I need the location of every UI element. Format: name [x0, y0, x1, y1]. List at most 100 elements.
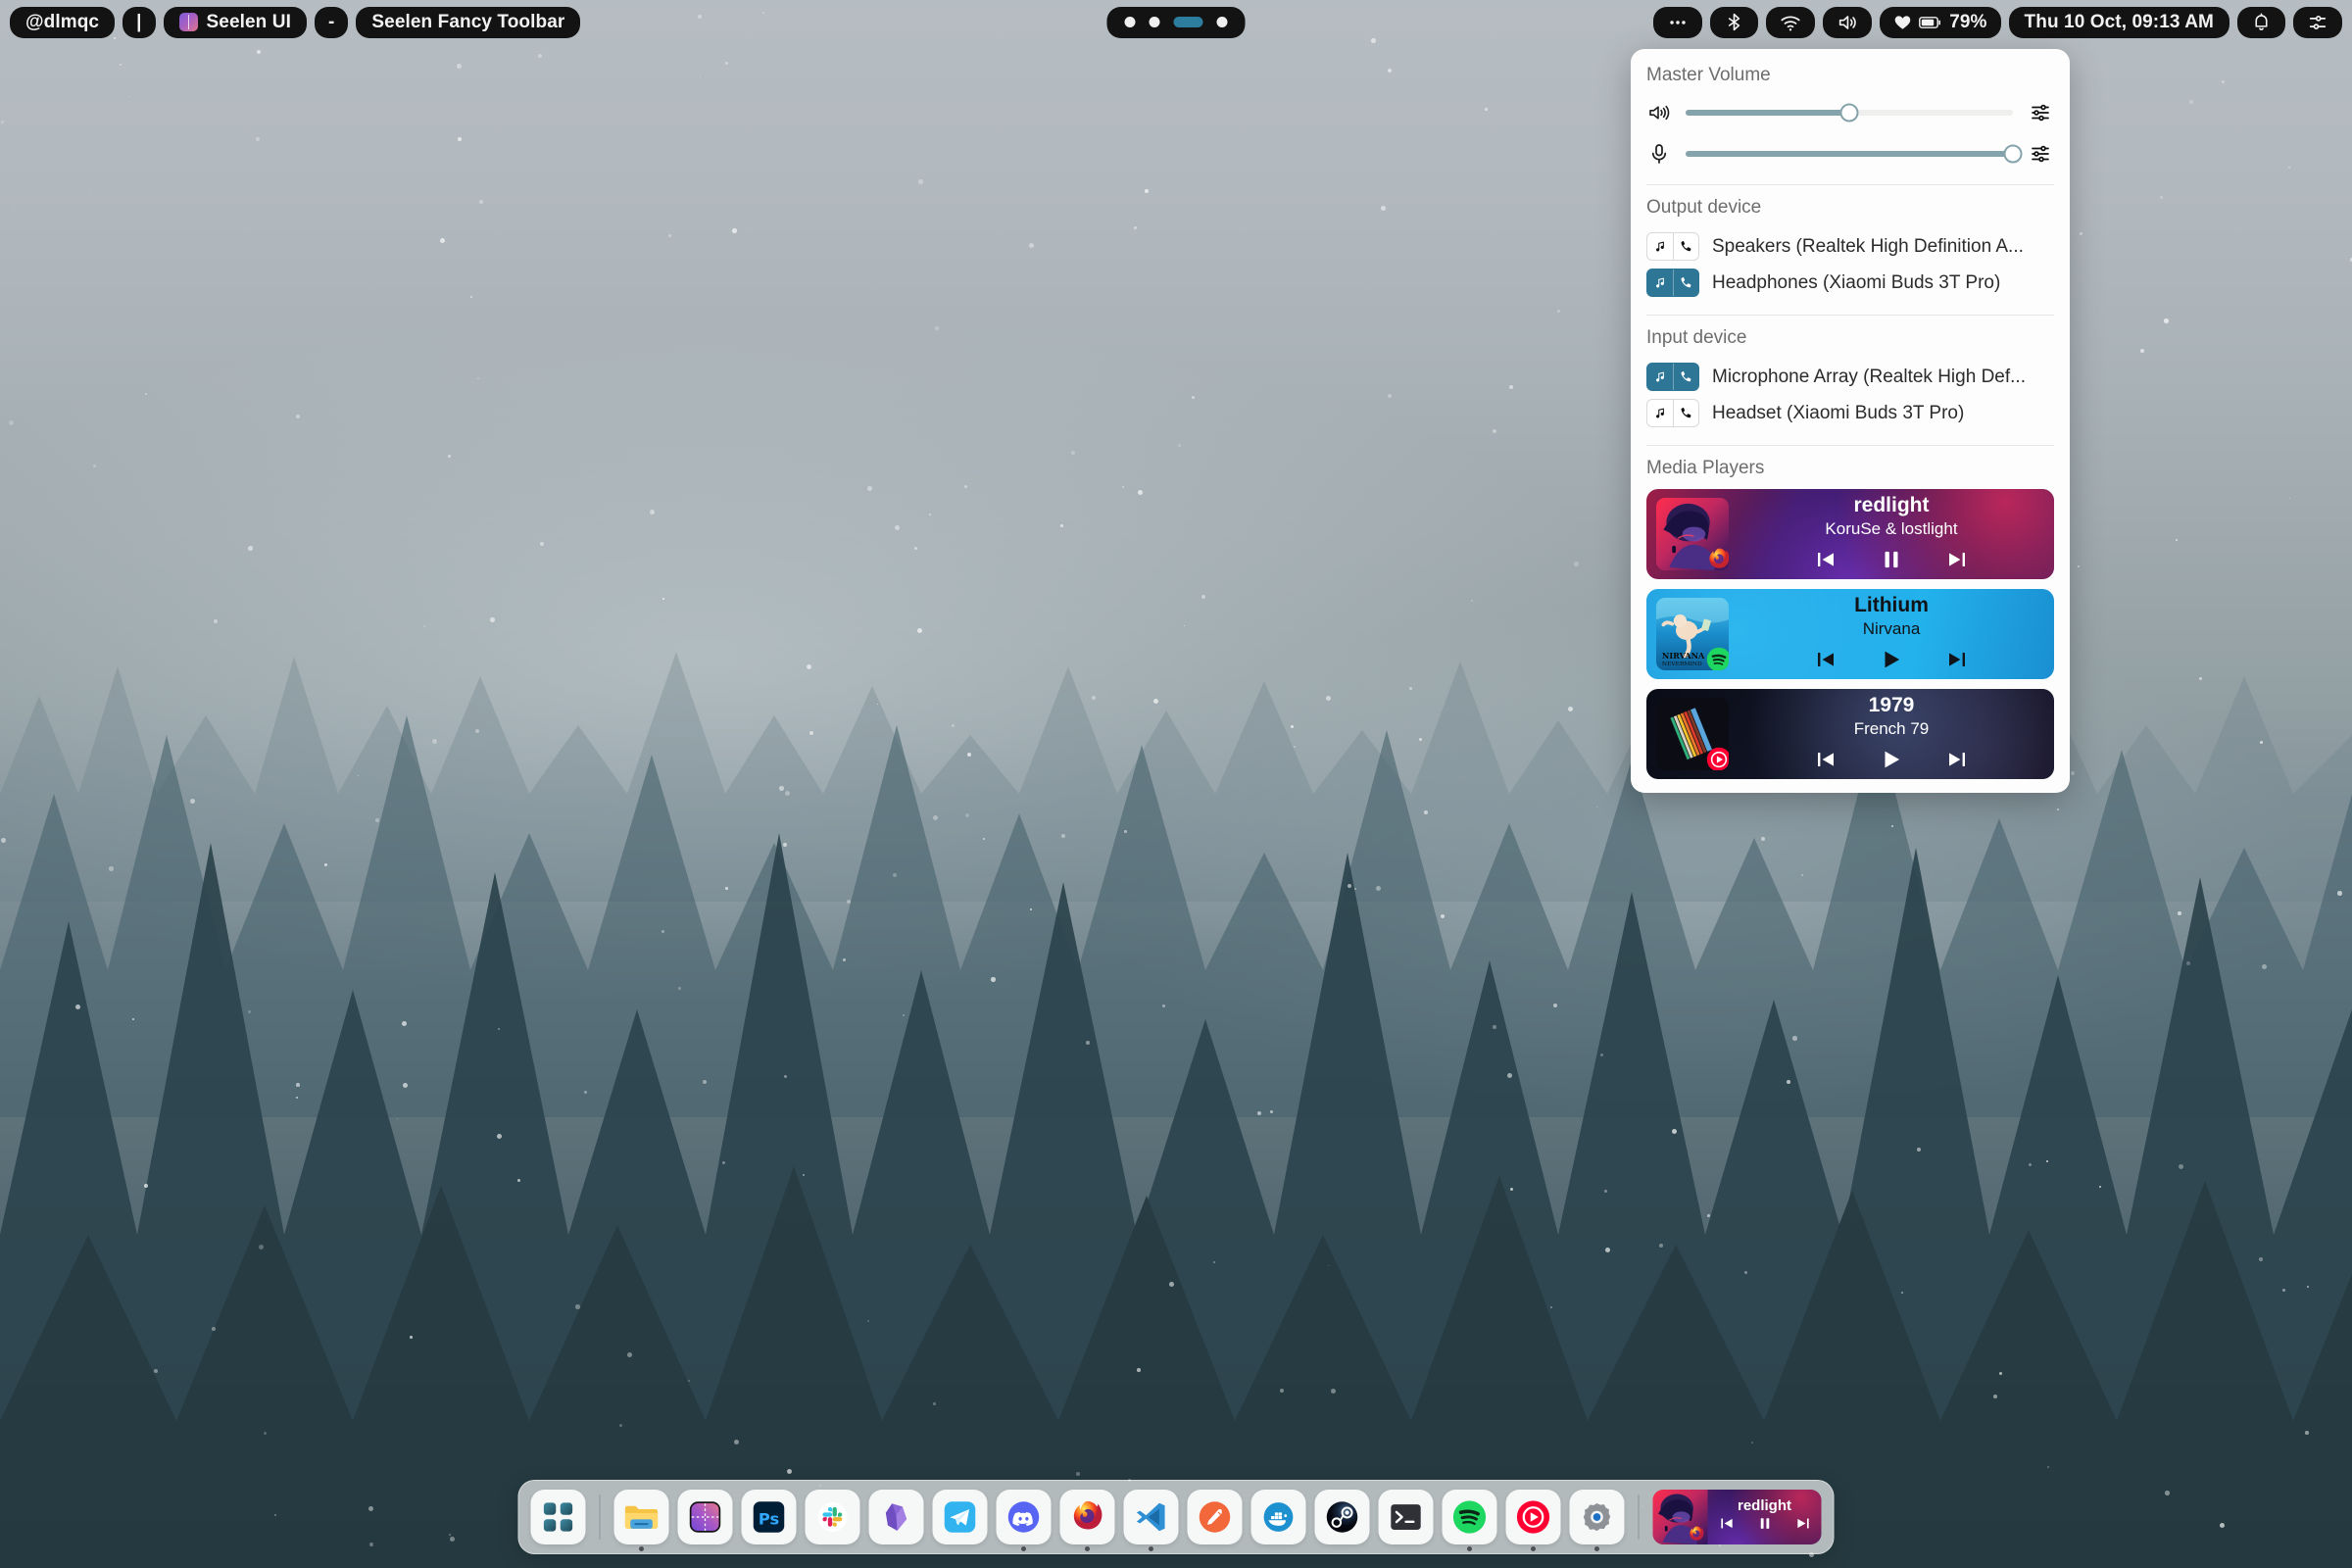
- previous-track-icon[interactable]: [1718, 1515, 1735, 1537]
- play-icon[interactable]: [1879, 647, 1904, 672]
- dock-media-widget[interactable]: redlight: [1653, 1490, 1822, 1544]
- workspace-dot-3-active[interactable]: [1174, 17, 1203, 27]
- music-note-icon[interactable]: [1647, 364, 1673, 390]
- workspace-dot-1[interactable]: [1125, 17, 1136, 27]
- album-art: [1656, 498, 1729, 570]
- dock-item-youtube-music[interactable]: [1506, 1490, 1561, 1544]
- previous-track-icon[interactable]: [1814, 748, 1838, 771]
- dock-item-postman[interactable]: [1188, 1490, 1243, 1544]
- dock-item-steam[interactable]: [1315, 1490, 1370, 1544]
- dock-item-firefox[interactable]: [1060, 1490, 1115, 1544]
- divider-after-sliders: [1646, 184, 2054, 185]
- separator-label: |: [136, 12, 141, 33]
- toolbar-left-group: @dlmqc | Seelen UI - Seelen Fancy Toolba…: [10, 7, 580, 38]
- output-device-1-toggle-group: [1646, 269, 1699, 297]
- running-indicator-dot: [1467, 1546, 1472, 1551]
- dock-item-docker[interactable]: [1251, 1490, 1306, 1544]
- running-indicator-dot: [1085, 1546, 1090, 1551]
- dock-item-photoshop[interactable]: Ps: [742, 1490, 797, 1544]
- dock-item-terminal[interactable]: [1379, 1490, 1434, 1544]
- media-players-title: Media Players: [1646, 458, 2054, 479]
- user-pill[interactable]: @dlmqc: [10, 7, 115, 38]
- volume-flyout-panel: Master Volume: [1631, 49, 2070, 793]
- dock-item-slack[interactable]: [806, 1490, 860, 1544]
- running-indicator-dot: [1149, 1546, 1153, 1551]
- svg-text:NEVERMIND: NEVERMIND: [1662, 662, 1702, 667]
- input-device-0-label: Microphone Array (Realtek High Def...: [1712, 367, 2026, 388]
- svg-text:NIRVANA: NIRVANA: [1662, 651, 1705, 661]
- microphone-mixer-button[interactable]: [2027, 142, 2054, 166]
- master-mixer-button[interactable]: [2027, 101, 2054, 124]
- notifications-button[interactable]: [2237, 7, 2285, 38]
- dock-media-title: redlight: [1738, 1497, 1791, 1514]
- forest-silhouette-near: [0, 813, 2352, 1568]
- dock-item-discord[interactable]: [997, 1490, 1052, 1544]
- user-label: @dlmqc: [25, 12, 99, 33]
- output-device-row[interactable]: Speakers (Realtek High Definition A...: [1646, 228, 2054, 265]
- workspace-dot-2[interactable]: [1150, 17, 1160, 27]
- firefox-icon: [1688, 1525, 1706, 1544]
- microphone-volume-knob[interactable]: [2004, 145, 2023, 164]
- output-device-list: Speakers (Realtek High Definition A... H…: [1646, 228, 2054, 301]
- tray-overflow-button[interactable]: [1653, 7, 1702, 38]
- media-track-artist: French 79: [1854, 719, 1930, 739]
- dock-item-obsidian[interactable]: [869, 1490, 924, 1544]
- phone-icon[interactable]: [1673, 233, 1698, 260]
- output-device-row[interactable]: Headphones (Xiaomi Buds 3T Pro): [1646, 265, 2054, 301]
- battery-pill[interactable]: 79%: [1880, 7, 2000, 38]
- input-device-row[interactable]: Headset (Xiaomi Buds 3T Pro): [1646, 395, 2054, 431]
- dock-item-vscode[interactable]: [1124, 1490, 1179, 1544]
- master-volume-knob[interactable]: [1840, 104, 1859, 122]
- dock-item-seelen-ui[interactable]: [678, 1490, 733, 1544]
- play-icon[interactable]: [1879, 747, 1904, 772]
- bluetooth-button[interactable]: [1710, 7, 1758, 38]
- previous-track-icon[interactable]: [1814, 648, 1838, 671]
- input-device-0-toggle-group: [1646, 363, 1699, 391]
- speaker-icon: [1837, 12, 1858, 33]
- dock-item-file-explorer[interactable]: [614, 1490, 669, 1544]
- workspace-indicator: [1107, 7, 1246, 38]
- dock-item-telegram[interactable]: [933, 1490, 988, 1544]
- input-device-row[interactable]: Microphone Array (Realtek High Def...: [1646, 359, 2054, 395]
- dock-item-app-launcher[interactable]: [531, 1490, 586, 1544]
- wifi-icon: [1780, 12, 1801, 33]
- next-track-icon[interactable]: [1945, 648, 1969, 671]
- music-note-icon[interactable]: [1647, 233, 1673, 260]
- music-note-icon[interactable]: [1647, 270, 1673, 296]
- dock-item-spotify[interactable]: [1443, 1490, 1497, 1544]
- media-player-card[interactable]: NIRVANA NEVERMIND Lithium Nirvana: [1646, 589, 2054, 679]
- input-device-1-label: Headset (Xiaomi Buds 3T Pro): [1712, 403, 1964, 424]
- running-indicator-dot: [1021, 1546, 1026, 1551]
- focused-app-label: Seelen UI: [207, 12, 291, 33]
- media-player-card[interactable]: 1979 French 79: [1646, 689, 2054, 779]
- settings-button[interactable]: [2293, 7, 2342, 38]
- dock-item-settings[interactable]: [1570, 1490, 1625, 1544]
- media-player-card[interactable]: redlight KoruSe & lostlight: [1646, 489, 2054, 579]
- next-track-icon[interactable]: [1945, 748, 1969, 771]
- focused-app-pill[interactable]: Seelen UI: [164, 7, 307, 38]
- music-note-icon[interactable]: [1647, 400, 1673, 426]
- dock-separator-left: [600, 1494, 601, 1540]
- microphone-volume-slider[interactable]: [1686, 151, 2013, 157]
- previous-track-icon[interactable]: [1814, 548, 1838, 571]
- phone-icon[interactable]: [1673, 270, 1698, 296]
- clock-pill[interactable]: Thu 10 Oct, 09:13 AM: [2009, 7, 2230, 38]
- separator-pill: |: [122, 7, 155, 38]
- next-track-icon[interactable]: [1945, 548, 1969, 571]
- firefox-icon: [1704, 545, 1729, 570]
- output-device-title: Output device: [1646, 197, 2054, 219]
- media-card-info: Lithium Nirvana: [1729, 594, 2054, 675]
- phone-icon[interactable]: [1673, 400, 1698, 426]
- window-title-pill[interactable]: Seelen Fancy Toolbar: [356, 7, 580, 38]
- microphone-icon: [1646, 142, 1672, 166]
- phone-icon[interactable]: [1673, 364, 1698, 390]
- pause-icon[interactable]: [1756, 1515, 1773, 1537]
- next-track-icon[interactable]: [1794, 1515, 1811, 1537]
- volume-button[interactable]: [1823, 7, 1872, 38]
- media-card-info: redlight KoruSe & lostlight: [1729, 494, 2054, 575]
- wifi-button[interactable]: [1766, 7, 1815, 38]
- pause-icon[interactable]: [1879, 547, 1904, 572]
- workspace-dot-4[interactable]: [1217, 17, 1228, 27]
- master-volume-slider[interactable]: [1686, 110, 2013, 116]
- media-controls: [1814, 647, 1969, 672]
